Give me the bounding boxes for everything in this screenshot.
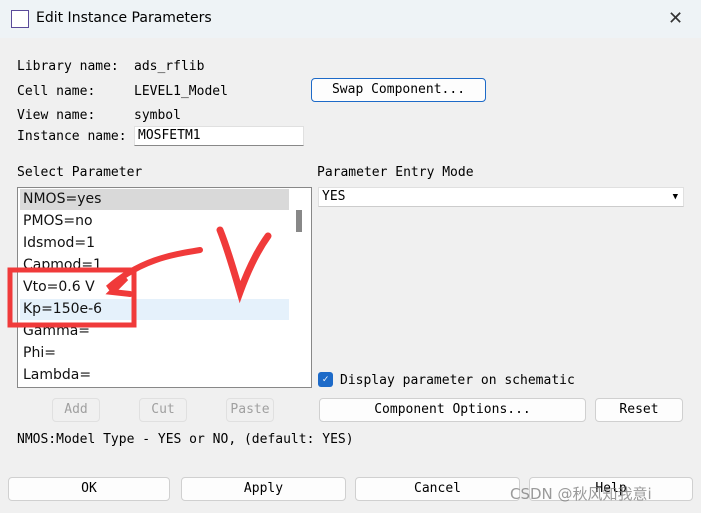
watermark: CSDN @秋风知我意i: [510, 485, 652, 503]
display-parameter-checkbox[interactable]: ✓: [318, 372, 333, 387]
display-parameter-label: Display parameter on schematic: [340, 373, 575, 388]
chevron-down-icon: ▼: [672, 192, 678, 202]
cancel-button[interactable]: Cancel: [355, 477, 520, 501]
entry-mode-value: YES: [322, 189, 346, 204]
component-options-button[interactable]: Component Options...: [319, 398, 586, 422]
add-button[interactable]: Add: [52, 398, 100, 422]
entry-mode-select[interactable]: YES ▼: [318, 187, 684, 207]
reset-button[interactable]: Reset: [595, 398, 683, 422]
cut-button[interactable]: Cut: [139, 398, 187, 422]
apply-button[interactable]: Apply: [181, 477, 346, 501]
entry-mode-label: Parameter Entry Mode: [317, 165, 474, 180]
ok-button[interactable]: OK: [8, 477, 170, 501]
parameter-description: NMOS:Model Type - YES or NO, (default: Y…: [17, 432, 354, 447]
paste-button[interactable]: Paste: [226, 398, 274, 422]
